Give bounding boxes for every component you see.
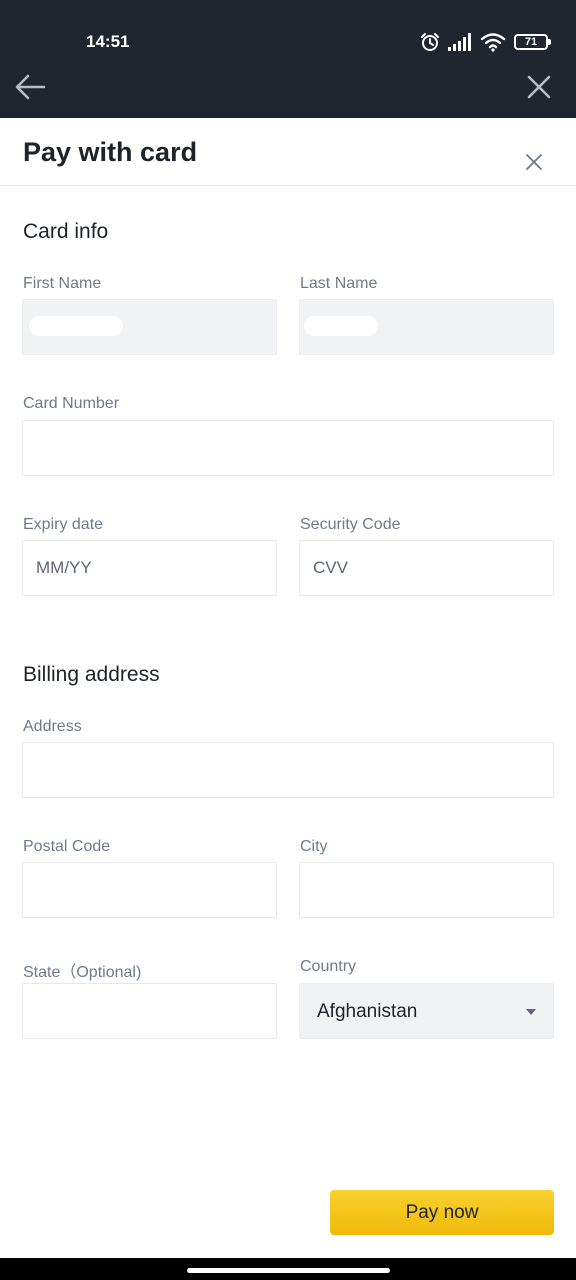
status-icons: 71	[420, 30, 551, 54]
status-bar: 14:51 71	[0, 0, 576, 118]
billing-address-heading: Billing address	[23, 663, 160, 686]
card-number-label: Card Number	[23, 395, 120, 412]
wifi-icon	[480, 33, 506, 52]
city-input[interactable]	[299, 862, 554, 918]
postal-code-label: Postal Code	[23, 838, 111, 855]
expiry-placeholder: MM/YY	[36, 558, 92, 577]
caret-down-icon	[526, 1009, 536, 1015]
alarm-icon	[421, 33, 439, 51]
close-icon[interactable]	[526, 74, 552, 100]
last-name-label: Last Name	[300, 275, 378, 292]
arrow-left-icon[interactable]	[14, 72, 46, 102]
card-info-heading: Card info	[23, 220, 109, 243]
page-title: Pay with card	[23, 137, 198, 167]
expiry-date-label: Expiry date	[23, 516, 104, 533]
address-label: Address	[23, 718, 82, 735]
redacted-value	[304, 316, 378, 336]
battery-icon: 71	[514, 34, 551, 50]
address-input[interactable]	[22, 742, 554, 798]
home-indicator[interactable]	[187, 1268, 390, 1273]
country-value: Afghanistan	[317, 1001, 418, 1022]
security-code-label: Security Code	[300, 516, 401, 533]
country-label: Country	[300, 958, 357, 975]
redacted-value	[29, 316, 123, 336]
state-label: State（Optional)	[23, 964, 142, 981]
first-name-label: First Name	[23, 275, 102, 292]
security-placeholder: CVV	[313, 558, 348, 577]
status-time: 14:51	[86, 32, 130, 51]
security-code-input[interactable]: CVV	[299, 540, 554, 596]
battery-level: 71	[524, 36, 538, 48]
card-number-input[interactable]	[22, 420, 554, 476]
postal-code-input[interactable]	[22, 862, 277, 918]
signal-icon	[448, 33, 471, 51]
city-label: City	[300, 838, 328, 855]
first-name-field	[22, 299, 277, 355]
sheet-close-icon[interactable]	[526, 154, 542, 170]
sheet-header: Pay with card	[0, 118, 576, 186]
last-name-field	[299, 299, 554, 355]
state-input[interactable]	[22, 983, 277, 1039]
country-select[interactable]: Afghanistan	[299, 983, 554, 1039]
expiry-date-input[interactable]: MM/YY	[22, 540, 277, 596]
pay-now-button[interactable]: Pay now	[330, 1190, 554, 1235]
